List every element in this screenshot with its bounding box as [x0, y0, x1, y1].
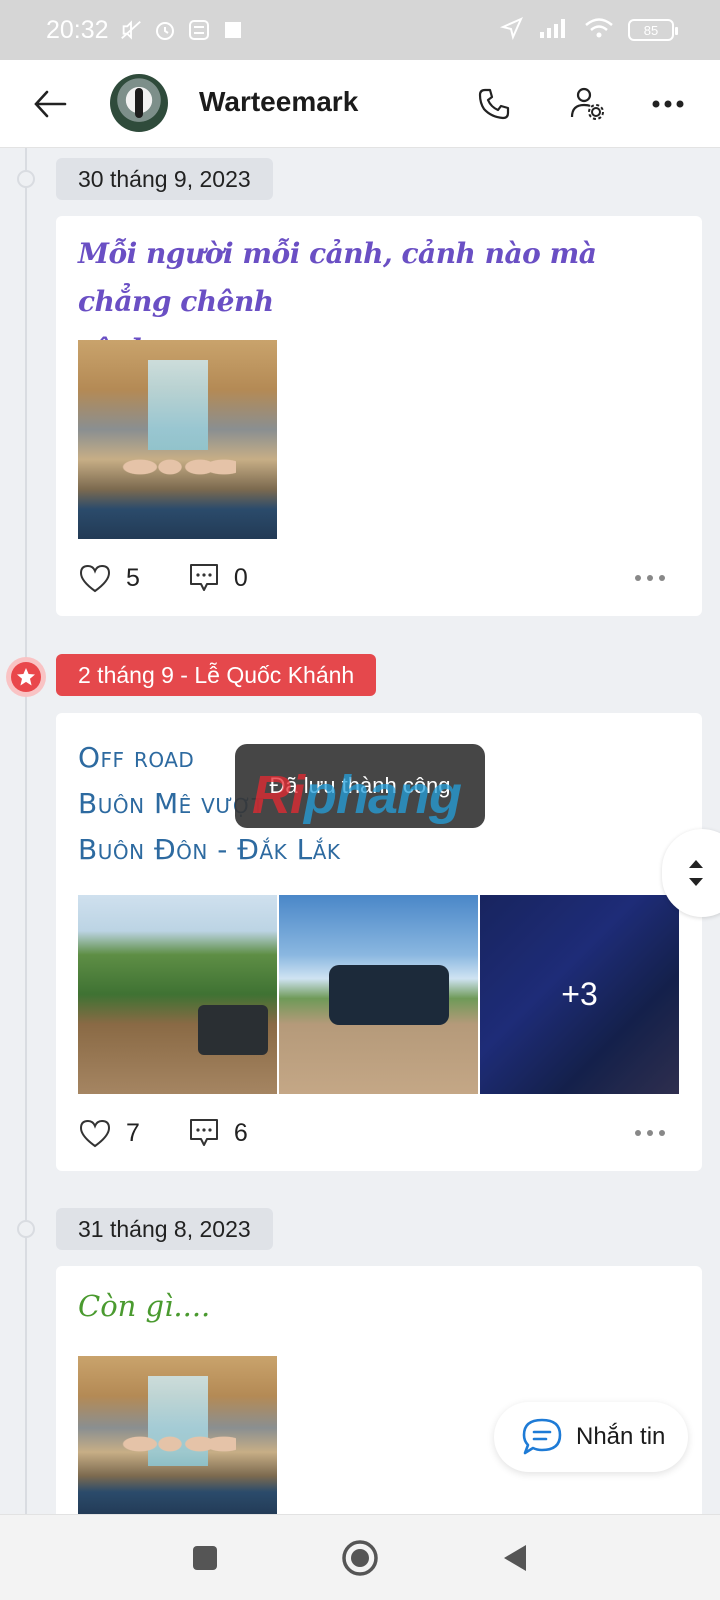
post-more-button[interactable]	[630, 558, 670, 598]
post-text: Còn gì....	[78, 1289, 211, 1323]
system-nav-bar	[0, 1514, 720, 1600]
app-notification-icon	[187, 18, 211, 42]
timeline-star-marker	[6, 657, 46, 697]
post-photo[interactable]	[78, 895, 277, 1094]
post-actions: 5 0	[78, 558, 296, 598]
back-button[interactable]	[30, 84, 70, 124]
timeline-dot	[17, 1220, 35, 1238]
date-chip: 30 tháng 9, 2023	[56, 158, 273, 200]
alarm-icon	[153, 18, 177, 42]
chat-icon	[522, 1418, 562, 1455]
home-button[interactable]	[341, 1539, 379, 1577]
post-photo[interactable]	[279, 895, 478, 1094]
signal-icon	[538, 17, 570, 44]
avatar[interactable]	[110, 74, 168, 132]
timeline-dot	[17, 170, 35, 188]
heart-icon	[79, 1119, 111, 1148]
contact-settings-button[interactable]	[566, 82, 610, 126]
mute-icon	[119, 18, 143, 42]
comment-button[interactable]: 0	[188, 562, 248, 594]
battery-indicator: 85	[628, 19, 678, 41]
user-settings-icon	[570, 87, 604, 120]
phone-icon	[478, 88, 510, 120]
wifi-icon	[584, 17, 614, 44]
star-icon	[17, 668, 35, 686]
send-message-label: Nhắn tin	[576, 1423, 666, 1450]
comment-icon	[189, 1119, 218, 1146]
post-more-button[interactable]	[630, 1113, 670, 1153]
post-card[interactable]: Mỗi người mỗi cảnh, cảnh nào mà chẳng ch…	[56, 216, 702, 616]
like-button[interactable]: 7	[78, 1118, 140, 1148]
more-icon	[635, 1130, 665, 1136]
call-button[interactable]	[472, 82, 516, 126]
timeline-line	[25, 148, 27, 1528]
location-icon	[499, 16, 524, 45]
like-button[interactable]: 5	[78, 563, 140, 593]
watermark-part: phang	[304, 765, 462, 825]
status-time: 20:32	[46, 15, 109, 44]
post-photo[interactable]	[78, 1356, 277, 1516]
like-count: 7	[126, 1118, 140, 1147]
comment-count: 6	[233, 1118, 248, 1147]
more-icon	[652, 100, 684, 108]
post-photo-more[interactable]: +3	[480, 895, 679, 1094]
watermark: Riphang	[252, 764, 462, 826]
heart-icon	[79, 564, 111, 593]
more-options-button[interactable]	[646, 82, 690, 126]
post-card[interactable]: Còn gì....	[56, 1266, 702, 1526]
more-photos-count: +3	[561, 976, 598, 1012]
square-notification-icon	[221, 18, 245, 42]
comment-count: 0	[233, 563, 248, 592]
watermark-part: Ri	[252, 765, 305, 825]
contact-name[interactable]: Warteemark	[199, 86, 358, 118]
comment-icon	[189, 564, 218, 591]
comment-button[interactable]: 6	[188, 1117, 248, 1149]
chat-header: Warteemark	[0, 60, 720, 148]
post-text-line: Buôn Đôn - Đắk Lắk	[78, 833, 341, 866]
like-count: 5	[126, 563, 140, 592]
holiday-date-chip: 2 tháng 9 - Lễ Quốc Khánh	[56, 654, 377, 696]
recent-apps-button[interactable]	[191, 1544, 219, 1572]
more-icon	[635, 575, 665, 581]
post-text-line: Mỗi người mỗi cảnh, cảnh nào mà chẳng ch…	[78, 237, 597, 318]
post-photo[interactable]	[78, 340, 277, 539]
back-nav-button[interactable]	[501, 1543, 529, 1573]
scroll-arrows-icon	[689, 860, 703, 886]
status-bar: 20:32 85	[0, 0, 720, 60]
send-message-button[interactable]: Nhắn tin	[494, 1402, 688, 1472]
post-actions: 7 6	[78, 1113, 296, 1153]
date-chip: 31 tháng 8, 2023	[56, 1208, 273, 1250]
back-arrow-icon	[34, 90, 67, 118]
